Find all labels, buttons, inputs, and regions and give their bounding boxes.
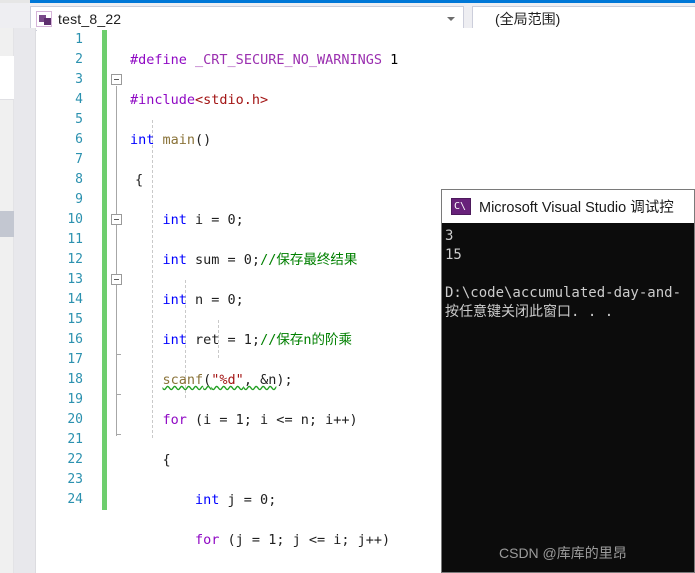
token-int: int (130, 132, 155, 148)
token-macro-value: 1 (390, 52, 399, 68)
token-int: int (162, 292, 187, 308)
token-scanf-format: "%d" (211, 372, 244, 388)
token-for-outer: (i = 1; i <= n; i++) (186, 412, 358, 428)
token-comment-ret: //保存n的阶乘 (260, 332, 352, 348)
line-number: 21 (67, 432, 83, 447)
line-number: 24 (67, 492, 83, 507)
token-decl-n: n = 0; (186, 292, 244, 308)
line-number-gutter: 1 2 3 4 5 6 7 8 9 10 11 12 13 14 15 16 17 18 19 20 21 22 23 24 (37, 28, 92, 573)
code-line: #include<stdio.h> (130, 90, 695, 110)
line-number: 2 (75, 52, 83, 67)
token-scanf-arg: , &n (243, 372, 277, 388)
token-main: main (162, 132, 196, 148)
line-number: 20 (67, 412, 83, 427)
fold-toggle-icon[interactable] (111, 214, 122, 225)
token-int: int (162, 252, 187, 268)
debug-console-window[interactable]: Microsoft Visual Studio 调试控 3 15 D:\code… (441, 189, 695, 573)
token-include: #include (130, 92, 196, 108)
token-int: int (162, 332, 187, 348)
document-title: test_8_22 (58, 10, 122, 27)
navigation-bar: test_8_22 (全局范围) (0, 3, 695, 31)
token-int: int (195, 492, 220, 508)
fold-guide-line (116, 286, 117, 436)
line-number: 12 (67, 252, 83, 267)
token-for: for (162, 412, 187, 428)
token-int: int (162, 212, 187, 228)
line-number: 18 (67, 372, 83, 387)
line-number: 6 (75, 132, 83, 147)
watermark-text: CSDN @库库的里昂 (499, 545, 627, 561)
token-header: <stdio.h> (195, 92, 269, 108)
token-brace-open: { (162, 452, 171, 468)
token-decl-sum: sum = 0; (186, 252, 261, 268)
line-number: 9 (75, 192, 83, 207)
token-scanf-close: ); (276, 372, 293, 388)
line-number: 11 (67, 232, 83, 247)
code-line: int main() (130, 130, 695, 150)
line-number: 23 (67, 472, 83, 487)
sidebar-notch (0, 56, 14, 100)
fold-toggle-icon[interactable] (111, 274, 122, 285)
chevron-down-icon[interactable] (447, 16, 455, 21)
line-number: 7 (75, 152, 83, 167)
cpp-file-icon (36, 10, 52, 27)
line-number: 3 (75, 72, 83, 87)
outlining-column[interactable] (107, 28, 127, 573)
line-number: 10 (67, 212, 83, 227)
console-title: Microsoft Visual Studio 调试控 (479, 200, 674, 216)
line-number: 14 (67, 292, 83, 307)
sidebar-outer-strip (0, 28, 14, 573)
line-number: 13 (67, 272, 83, 287)
code-line: { (130, 170, 695, 190)
sidebar-tool-tab[interactable] (0, 211, 14, 237)
line-number: 1 (75, 32, 83, 47)
token-parens: () (195, 132, 212, 148)
token-decl-i: i = 0; (186, 212, 244, 228)
line-number: 22 (67, 452, 83, 467)
token-brace-open: { (135, 172, 144, 188)
token-scanf: scanf (162, 372, 204, 388)
token-comment-sum: //保存最终结果 (260, 252, 358, 268)
token-decl-j: j = 0; (219, 492, 277, 508)
token-macro-name: _CRT_SECURE_NO_WARNINGS (195, 52, 382, 68)
line-number: 4 (75, 92, 83, 107)
code-line: #define _CRT_SECURE_NO_WARNINGS 1 (130, 50, 695, 70)
line-number: 15 (67, 312, 83, 327)
console-title-bar[interactable]: Microsoft Visual Studio 调试控 (442, 190, 694, 223)
fold-end-tick (116, 394, 121, 395)
fold-toggle-icon[interactable] (111, 74, 122, 85)
line-number: 16 (67, 332, 83, 347)
line-number: 5 (75, 112, 83, 127)
line-number: 19 (67, 392, 83, 407)
fold-end-tick (116, 434, 121, 435)
console-output: 3 15 D:\code\accumulated-day-and- 按任意键关闭… (445, 228, 682, 320)
token-for: for (195, 532, 220, 548)
token-decl-ret: ret = 1; (186, 332, 261, 348)
sidebar-inner-strip (14, 28, 36, 573)
line-number: 8 (75, 172, 83, 187)
visual-studio-console-icon (451, 198, 471, 215)
fold-end-tick (116, 354, 121, 355)
line-number: 17 (67, 352, 83, 367)
token-define: #define (130, 52, 187, 68)
token-for-inner: (j = 1; j <= i; j++) (219, 532, 391, 548)
scope-label: (全局范围) (495, 10, 561, 27)
